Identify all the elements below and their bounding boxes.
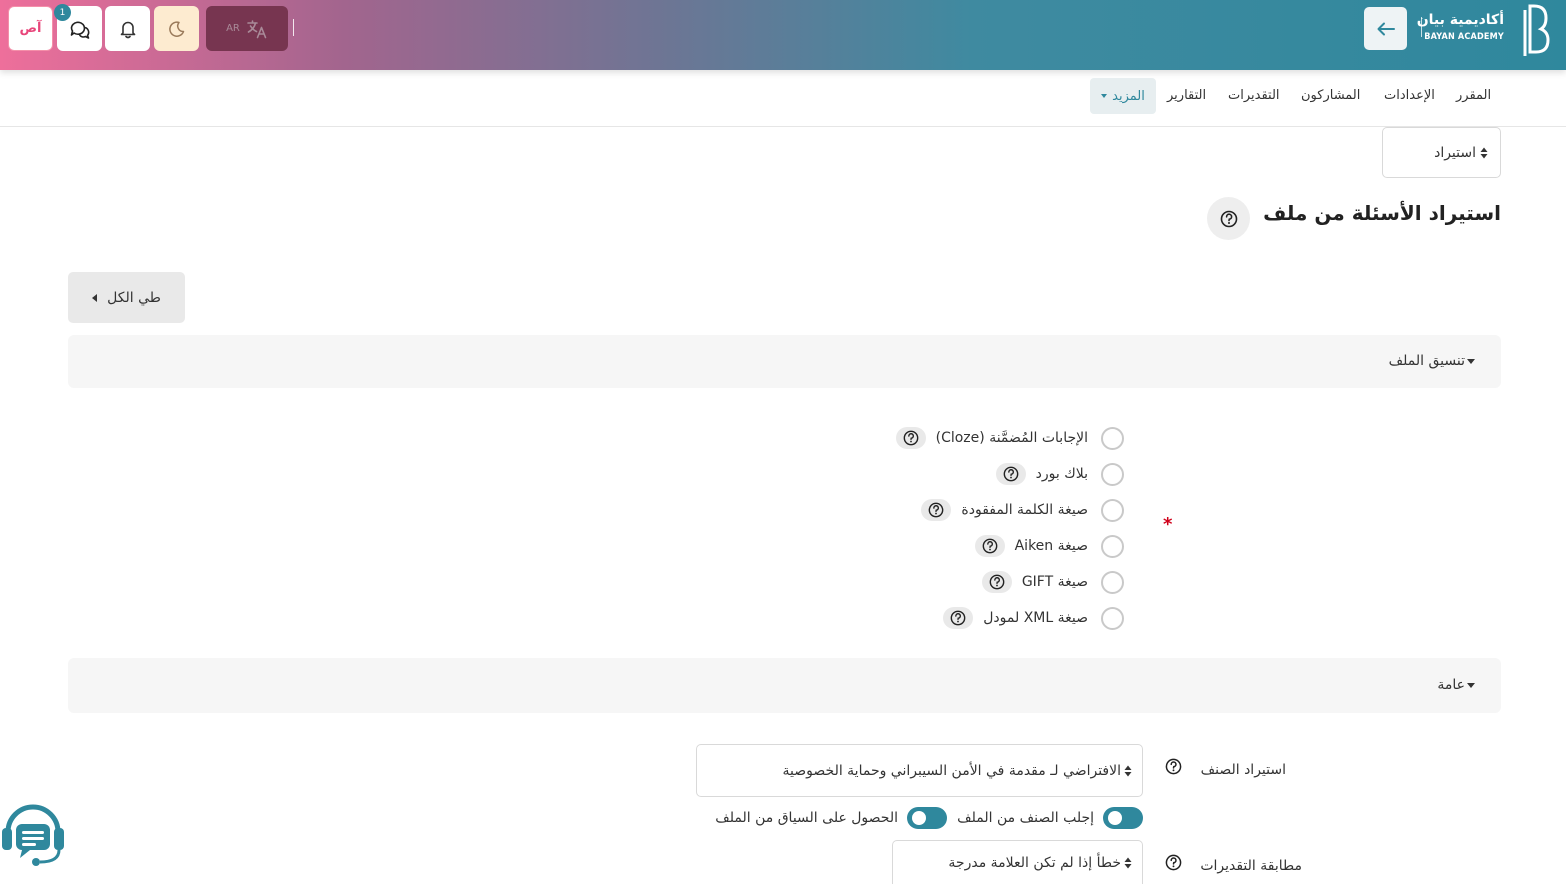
nav-more-dropdown[interactable]: المزيد bbox=[1090, 78, 1156, 114]
general-title-text: عامة bbox=[1437, 677, 1465, 693]
format-help-blackboard[interactable] bbox=[995, 463, 1026, 485]
required-indicator: * bbox=[1163, 514, 1173, 535]
support-headset-icon[interactable] bbox=[0, 796, 66, 868]
format-label-moodle-xml: صيغة XML لمودل bbox=[983, 610, 1088, 626]
chat-icon bbox=[70, 20, 89, 39]
format-label-blackboard: بلاك بورد bbox=[1035, 466, 1088, 482]
moon-icon bbox=[168, 20, 184, 37]
format-radio-missing-word[interactable] bbox=[1101, 498, 1124, 522]
format-label-cloze: الإجابات المُضمَّنة (Cloze) bbox=[935, 430, 1088, 446]
caret-left-icon bbox=[92, 293, 98, 302]
help-icon bbox=[1165, 758, 1181, 774]
language-code: AR bbox=[226, 23, 240, 34]
nav-tab-participants[interactable]: المشاركون bbox=[1301, 88, 1360, 103]
bayan-logo-icon bbox=[1523, 4, 1550, 56]
format-help-cloze[interactable] bbox=[895, 427, 926, 449]
format-label-aiken: صيغة Aiken bbox=[1014, 538, 1088, 554]
format-help-aiken[interactable] bbox=[974, 535, 1005, 557]
nav-tab-settings[interactable]: الإعدادات bbox=[1384, 88, 1435, 103]
import-category-label: استيراد الصنف bbox=[1200, 762, 1286, 778]
caret-down-icon bbox=[1467, 682, 1475, 688]
toggle-knob bbox=[1108, 811, 1122, 825]
format-radio-blackboard[interactable] bbox=[1101, 462, 1124, 486]
context-from-file-label: الحصول على السياق من الملف bbox=[715, 810, 898, 826]
grade-matching-select[interactable]: خطأ إذا لم تكن العلامة مدرجة bbox=[892, 840, 1143, 884]
course-navigation: المقرر الإعدادات المشاركون التقديرات الت… bbox=[0, 70, 1566, 127]
category-from-file-toggle-row[interactable]: إجلب الصنف من الملف bbox=[957, 807, 1143, 829]
caret-down-icon bbox=[1101, 94, 1108, 98]
user-menu-button[interactable]: آص bbox=[8, 6, 53, 51]
format-option-gift[interactable]: صيغة GIFT bbox=[981, 568, 1124, 596]
format-help-moodle-xml[interactable] bbox=[943, 607, 974, 629]
grade-matching-help[interactable] bbox=[1164, 853, 1182, 871]
user-initials: آص bbox=[19, 21, 42, 36]
file-format-section-title: تنسيق الملف bbox=[1389, 353, 1475, 369]
help-icon bbox=[989, 574, 1005, 590]
general-section-header[interactable]: عامة bbox=[68, 658, 1501, 713]
translate-icon bbox=[247, 19, 267, 38]
help-icon bbox=[982, 538, 997, 554]
format-option-moodle-xml[interactable]: صيغة XML لمودل bbox=[943, 604, 1124, 632]
brand-name-english: BAYAN ACADEMY bbox=[1424, 32, 1504, 42]
nav-tab-reports[interactable]: التقارير bbox=[1167, 88, 1206, 103]
nav-more-label: المزيد bbox=[1112, 88, 1145, 104]
import-category-value: الافتراضي لـ مقدمة في الأمن السيبراني وح… bbox=[782, 762, 1121, 779]
grade-matching-value: خطأ إذا لم تكن العلامة مدرجة bbox=[948, 854, 1121, 871]
context-from-file-toggle[interactable] bbox=[907, 807, 947, 829]
nav-tab-grades[interactable]: التقديرات bbox=[1228, 88, 1280, 103]
sort-arrows-icon bbox=[1480, 147, 1488, 158]
toggle-knob bbox=[912, 811, 926, 825]
collapse-all-label: طي الكل bbox=[107, 289, 161, 306]
page-help-button[interactable] bbox=[1207, 197, 1250, 240]
format-help-gift[interactable] bbox=[981, 571, 1012, 593]
format-option-cloze[interactable]: الإجابات المُضمَّنة (Cloze) bbox=[895, 424, 1124, 452]
bell-icon bbox=[120, 21, 135, 38]
nav-tab-course[interactable]: المقرر bbox=[1456, 88, 1491, 103]
back-button[interactable] bbox=[1364, 7, 1407, 50]
question-bank-action-value: استيراد bbox=[1434, 144, 1476, 161]
format-label-missing-word: صيغة الكلمة المفقودة bbox=[961, 502, 1088, 518]
sort-arrows-icon bbox=[1124, 857, 1132, 868]
import-category-select[interactable]: الافتراضي لـ مقدمة في الأمن السيبراني وح… bbox=[696, 744, 1143, 797]
format-option-aiken[interactable]: صيغة Aiken bbox=[974, 532, 1124, 560]
help-icon bbox=[1165, 854, 1181, 870]
caret-down-icon bbox=[1467, 358, 1475, 364]
sort-arrows-icon bbox=[1124, 765, 1132, 776]
category-from-file-label: إجلب الصنف من الملف bbox=[957, 810, 1094, 826]
format-radio-moodle-xml[interactable] bbox=[1101, 606, 1124, 630]
dark-mode-toggle[interactable] bbox=[154, 6, 199, 51]
question-bank-action-select[interactable]: استيراد bbox=[1382, 127, 1501, 178]
help-icon bbox=[929, 502, 944, 518]
import-category-help[interactable] bbox=[1164, 757, 1182, 775]
context-from-file-toggle-row[interactable]: الحصول على السياق من الملف bbox=[715, 807, 947, 829]
help-icon bbox=[1003, 466, 1019, 482]
brand-divider bbox=[1421, 17, 1422, 37]
format-help-missing-word[interactable] bbox=[921, 499, 952, 521]
format-radio-aiken[interactable] bbox=[1101, 534, 1124, 558]
format-radio-cloze[interactable] bbox=[1101, 426, 1124, 450]
help-icon bbox=[1220, 210, 1237, 227]
page-title: استيراد الأسئلة من ملف bbox=[1263, 201, 1501, 225]
format-radio-gift[interactable] bbox=[1101, 570, 1124, 594]
top-header: أكاديمية بيان BAYAN ACADEMY AR 1 آص bbox=[0, 0, 1566, 70]
help-icon bbox=[950, 610, 966, 626]
brand-name-arabic: أكاديمية بيان bbox=[1416, 12, 1504, 28]
general-section-title: عامة bbox=[1437, 677, 1475, 693]
format-label-gift: صيغة GIFT bbox=[1021, 574, 1088, 590]
language-switcher[interactable]: AR bbox=[206, 6, 288, 51]
format-option-missing-word[interactable]: صيغة الكلمة المفقودة bbox=[921, 496, 1124, 524]
back-arrow-icon bbox=[1377, 22, 1395, 35]
messages-button[interactable]: 1 bbox=[54, 4, 102, 51]
format-option-blackboard[interactable]: بلاك بورد bbox=[995, 460, 1124, 488]
collapse-all-button[interactable]: طي الكل bbox=[68, 272, 185, 323]
file-format-section-header[interactable]: تنسيق الملف bbox=[68, 335, 1501, 388]
message-count-badge: 1 bbox=[54, 4, 71, 21]
file-format-title-text: تنسيق الملف bbox=[1388, 353, 1465, 369]
language-divider bbox=[293, 19, 294, 36]
notifications-button[interactable] bbox=[105, 6, 150, 51]
help-icon bbox=[903, 430, 918, 446]
category-from-file-toggle[interactable] bbox=[1103, 807, 1143, 829]
grade-matching-label: مطابقة التقديرات bbox=[1200, 858, 1302, 874]
brand-logo[interactable]: أكاديمية بيان BAYAN ACADEMY bbox=[1412, 2, 1552, 62]
